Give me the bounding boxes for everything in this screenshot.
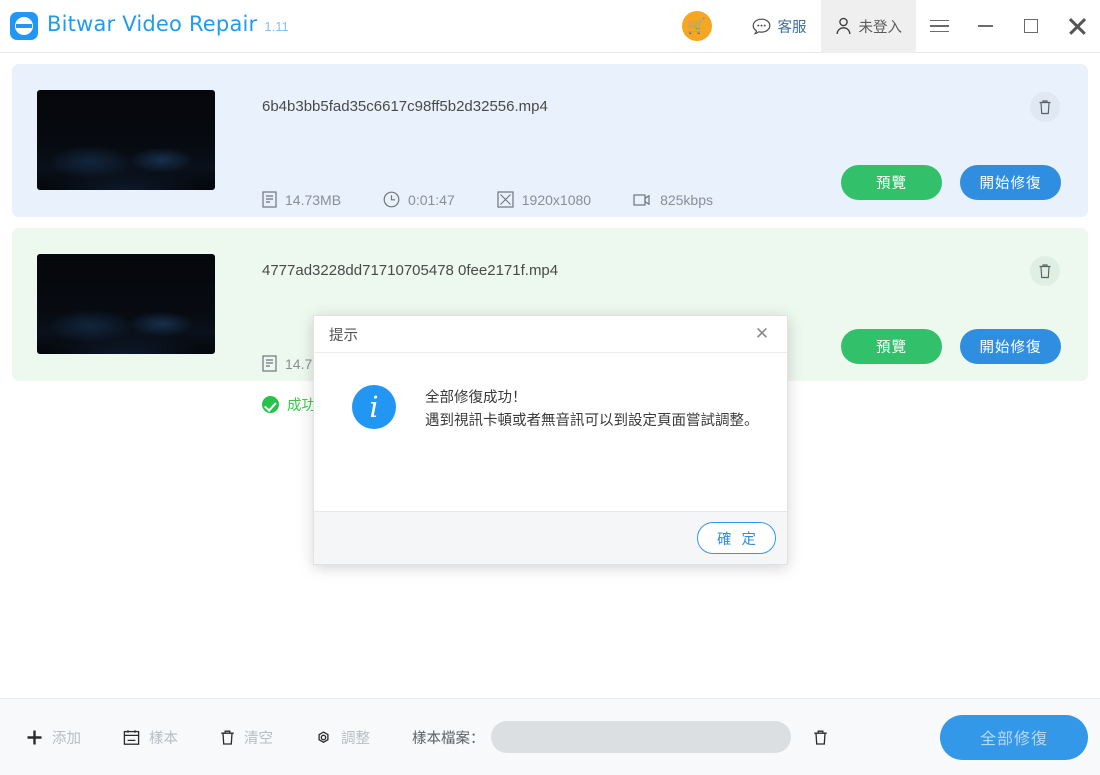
shopping-cart-button[interactable]: 🛒 [681,11,712,41]
start-repair-button[interactable]: 開始修復 [960,329,1061,364]
title-bar-actions: 🛒 客服 未登入 [681,0,1100,53]
meta-filesize-value: 14.73MB [285,191,342,208]
minimize-button[interactable] [962,0,1008,53]
video-thumbnail[interactable] [37,90,215,190]
info-icon: i [352,385,396,429]
dialog-header: 提示 ✕ [314,316,787,353]
clear-button[interactable]: 清空 [220,727,273,748]
title-bar: Bitwar Video Repair 1.11 🛒 客服 未登入 [0,0,1100,53]
meta-duration-value: 0:01:47 [408,191,455,208]
maximize-button[interactable] [1008,0,1054,53]
adjust-label: 調整 [341,730,370,747]
dialog-footer: 確 定 [314,511,787,564]
delete-file-button[interactable] [1030,92,1060,122]
customer-service-label: 客服 [777,19,807,36]
user-icon [835,17,852,35]
plus-icon [26,729,43,746]
meta-resolution-value: 1920x1080 [521,191,592,208]
clear-label: 清空 [244,730,273,747]
add-label: 添加 [52,730,81,747]
login-label: 未登入 [858,19,903,36]
dialog-message-line1: 全部修復成功！ [425,390,527,406]
dialog-message-line2: 遇到視訊卡頓或者無音訊可以到設定頁面嘗試調整。 [425,413,759,429]
clock-icon [383,191,400,208]
video-thumbnail[interactable] [37,254,215,354]
file-name: 4777ad3228dd71710705478 0fee2171f.mp4 [262,262,559,279]
calendar-icon [123,729,140,746]
customer-service-button[interactable]: 客服 [738,0,821,53]
delete-file-button[interactable] [1030,256,1060,286]
meta-resolution: 1920x1080 [497,191,591,208]
app-window: Bitwar Video Repair 1.11 🛒 客服 未登入 6b4b3b… [0,0,1100,775]
close-icon [1068,17,1086,35]
dialog-body: i 全部修復成功！ 遇到視訊卡頓或者無音訊可以到設定頁面嘗試調整。 [314,353,787,511]
file-list: 6b4b3bb5fad35c6617c98ff5b2d32556.mp4 14.… [0,53,1100,698]
meta-duration: 0:01:47 [383,191,455,208]
dialog-title: 提示 [329,327,358,344]
dialog-messages: 全部修復成功！ 遇到視訊卡頓或者無音訊可以到設定頁面嘗試調整。 [425,385,759,511]
resolution-icon [497,191,514,208]
file-card[interactable]: 6b4b3bb5fad35c6617c98ff5b2d32556.mp4 14.… [12,64,1088,250]
dialog-close-button[interactable]: ✕ [749,321,775,347]
sample-button[interactable]: 樣本 [123,727,178,748]
trash-icon [1039,100,1051,115]
preview-button[interactable]: 預覽 [841,165,942,200]
maximize-icon [1024,19,1038,33]
file-actions: 預覽 開始修復 [841,165,1061,200]
bottom-toolbar: 添加 樣本 清空 調整 樣本檔案： 全部修復 [0,698,1100,775]
adjust-button[interactable]: 調整 [315,727,370,748]
sample-file-label: 樣本檔案： [412,730,485,747]
minimize-icon [977,25,993,27]
menu-button[interactable] [916,0,962,53]
meta-bitrate-value: 825kbps [660,191,713,208]
meta-filesize: 14.73MB [262,191,341,208]
video-camera-icon [633,192,652,208]
add-button[interactable]: 添加 [26,727,81,748]
hamburger-menu-icon [929,19,949,33]
trash-icon [220,729,235,746]
login-button[interactable]: 未登入 [820,0,916,53]
app-logo-icon [10,12,38,40]
meta-filesize: 14.73 [262,355,320,372]
notification-dialog: 提示 ✕ i 全部修復成功！ 遇到視訊卡頓或者無音訊可以到設定頁面嘗試調整。 確… [313,315,788,565]
gear-icon [315,729,332,746]
shopping-cart-icon: 🛒 [687,17,706,35]
sample-file-input[interactable] [490,721,791,753]
file-name: 6b4b3bb5fad35c6617c98ff5b2d32556.mp4 [262,98,548,115]
file-actions: 預覽 開始修復 [841,329,1061,364]
document-icon [262,191,277,208]
trash-icon [813,730,827,745]
document-icon [262,355,277,372]
meta-bitrate: 825kbps [633,192,713,208]
sample-label: 樣本 [149,730,178,747]
repair-all-button[interactable]: 全部修復 [940,714,1088,760]
file-metadata: 14.73MB 0:01:47 1920x1080 825kbps [262,191,755,208]
success-check-icon [262,396,279,413]
clear-sample-file-button[interactable] [813,729,828,746]
app-title: Bitwar Video Repair [47,12,258,36]
start-repair-button[interactable]: 開始修復 [960,165,1061,200]
app-version: 1.11 [264,19,289,34]
chat-bubble-icon [752,18,771,35]
close-button[interactable] [1054,0,1100,53]
dialog-ok-button[interactable]: 確 定 [697,522,776,554]
trash-icon [1039,264,1051,279]
app-brand: Bitwar Video Repair 1.11 [0,12,289,40]
preview-button[interactable]: 預覽 [841,329,942,364]
